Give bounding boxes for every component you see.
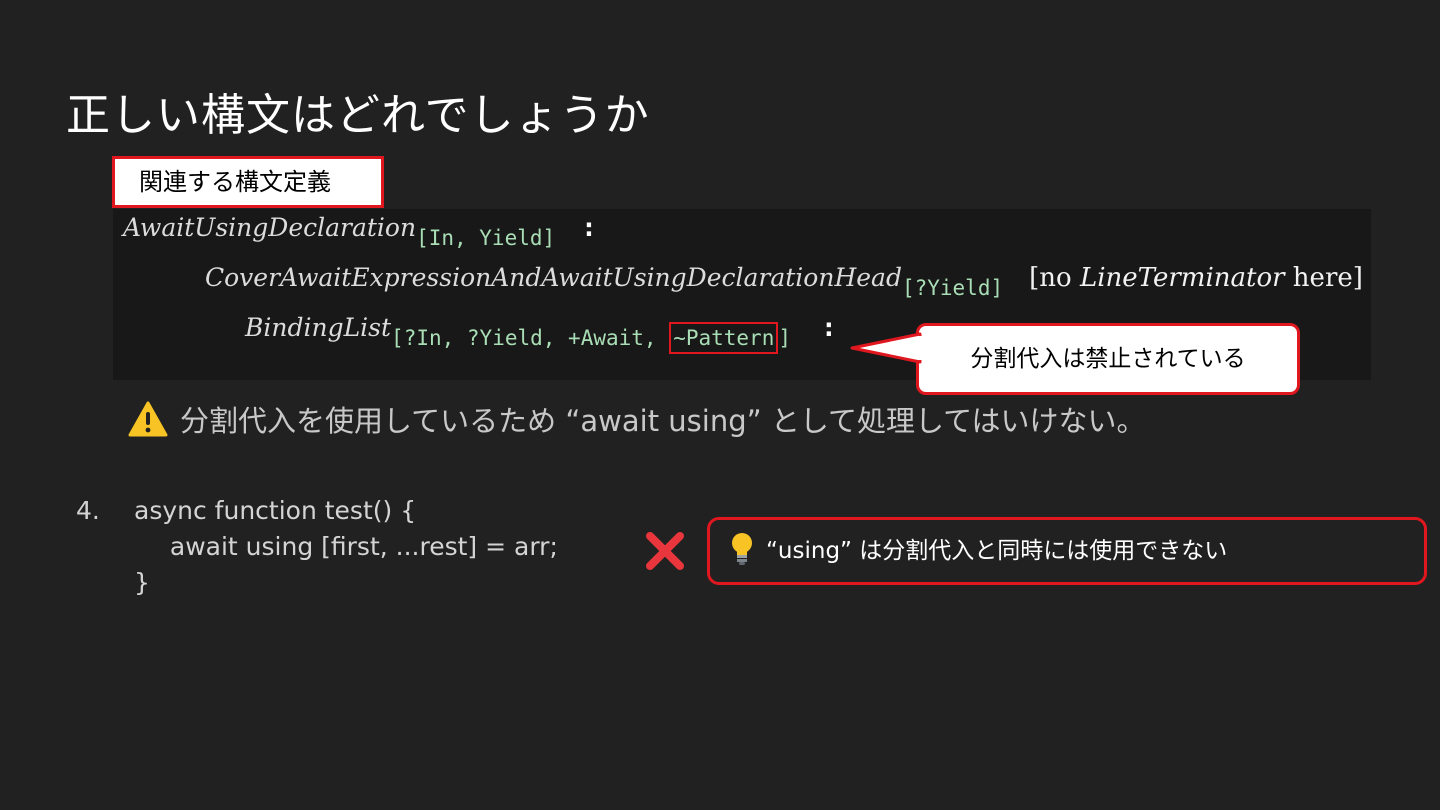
code-line: } <box>134 568 150 597</box>
grammar-params: [In, Yield] <box>416 226 556 250</box>
tip-text: “using” は分割代入と同時には使用できない <box>766 538 1228 564</box>
warning-text: 分割代入を使用しているため “await using” として処理してはいけない… <box>180 404 1146 438</box>
nonterminal: AwaitUsingDeclaration <box>123 213 417 242</box>
section-label: 関連する構文定義 <box>112 156 384 208</box>
grammar-line-cover-head: CoverAwaitExpressionAndAwaitUsingDeclara… <box>205 263 1363 300</box>
pattern-param-highlight: ~Pattern <box>669 322 779 354</box>
cross-icon <box>646 532 684 570</box>
code-line: await using [first, ...rest] = arr; <box>154 532 558 561</box>
params-prefix: [?In, ?Yield, +Await, <box>391 326 670 350</box>
production-colon: : <box>821 313 837 343</box>
restriction-nonterminal: LineTerminator <box>1079 263 1285 293</box>
production-colon: : <box>581 213 597 243</box>
lightbulb-icon <box>732 533 752 565</box>
callout-destructuring-forbidden: 分割代入は禁止されている <box>916 323 1300 395</box>
list-number: 4. <box>76 496 100 525</box>
nonterminal: CoverAwaitExpressionAndAwaitUsingDeclara… <box>205 263 902 292</box>
warning-message: 分割代入を使用しているため “await using” として処理してはいけない… <box>128 398 1146 444</box>
code-example: async function test() { await using [fir… <box>134 493 558 601</box>
restriction-prefix: [no <box>1029 263 1080 293</box>
line-terminator-restriction: [no LineTerminator here] <box>1029 263 1363 293</box>
grammar-line-binding-list: BindingList[?In, ?Yield, +Await, ~Patter… <box>245 313 837 354</box>
grammar-line-await-using-declaration: AwaitUsingDeclaration[In, Yield]: <box>123 213 597 250</box>
params-suffix: ] <box>778 326 792 350</box>
code-line: async function test() { <box>134 496 417 525</box>
grammar-params: [?Yield] <box>901 276 1004 300</box>
restriction-suffix: here] <box>1284 263 1363 293</box>
slide-title: 正しい構文はどれでしょうか <box>66 90 650 141</box>
tip-box: “using” は分割代入と同時には使用できない <box>707 517 1427 585</box>
nonterminal: BindingList <box>245 313 392 342</box>
warning-icon <box>128 401 168 437</box>
callout-pointer <box>850 332 930 364</box>
grammar-params: [?In, ?Yield, +Await, ~Pattern] <box>391 322 792 354</box>
